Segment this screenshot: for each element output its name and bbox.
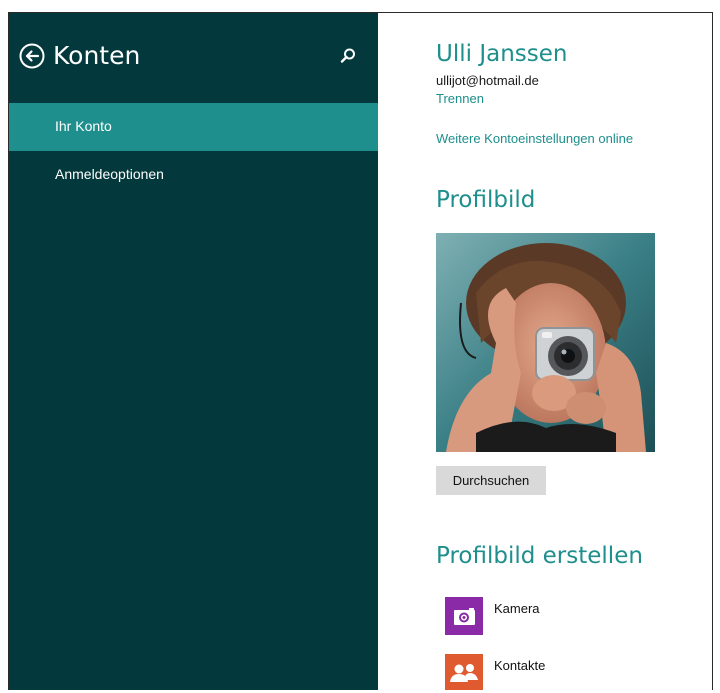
people-icon — [450, 664, 478, 682]
disconnect-link[interactable]: Trennen — [436, 91, 484, 106]
user-name: Ulli Janssen — [436, 41, 568, 67]
contacts-app-item[interactable]: Kontakte — [445, 654, 645, 690]
browse-button[interactable]: Durchsuchen — [436, 466, 546, 495]
contacts-app-label: Kontakte — [494, 658, 546, 673]
sidebar-title: Konten — [53, 41, 141, 70]
main-content: Ulli Janssen ullijot@hotmail.de Trennen … — [378, 13, 712, 690]
search-icon — [340, 48, 355, 63]
sidebar: Konten Ihr Konto Anmeldeoptionen — [9, 13, 378, 690]
sidebar-item-label: Ihr Konto — [55, 118, 112, 134]
more-account-settings-link[interactable]: Weitere Kontoeinstellungen online — [436, 131, 633, 146]
camera-app-label: Kamera — [494, 601, 540, 616]
sidebar-item-label: Anmeldeoptionen — [55, 166, 164, 182]
settings-window: Konten Ihr Konto Anmeldeoptionen Ulli Ja… — [8, 12, 713, 690]
camera-icon — [454, 608, 475, 625]
sidebar-item-ihr-konto[interactable]: Ihr Konto — [9, 103, 378, 151]
profile-picture — [436, 233, 655, 452]
user-email: ullijot@hotmail.de — [436, 73, 539, 88]
back-button[interactable] — [19, 43, 45, 69]
camera-app-item[interactable]: Kamera — [445, 597, 645, 637]
profile-picture-title: Profilbild — [436, 187, 536, 213]
back-arrow-icon — [19, 43, 45, 69]
create-profile-picture-title: Profilbild erstellen — [436, 543, 643, 569]
camera-tile — [445, 597, 483, 635]
contacts-tile — [445, 654, 483, 690]
search-button[interactable] — [339, 47, 357, 65]
sidebar-item-anmeldeoptionen[interactable]: Anmeldeoptionen — [9, 151, 378, 199]
